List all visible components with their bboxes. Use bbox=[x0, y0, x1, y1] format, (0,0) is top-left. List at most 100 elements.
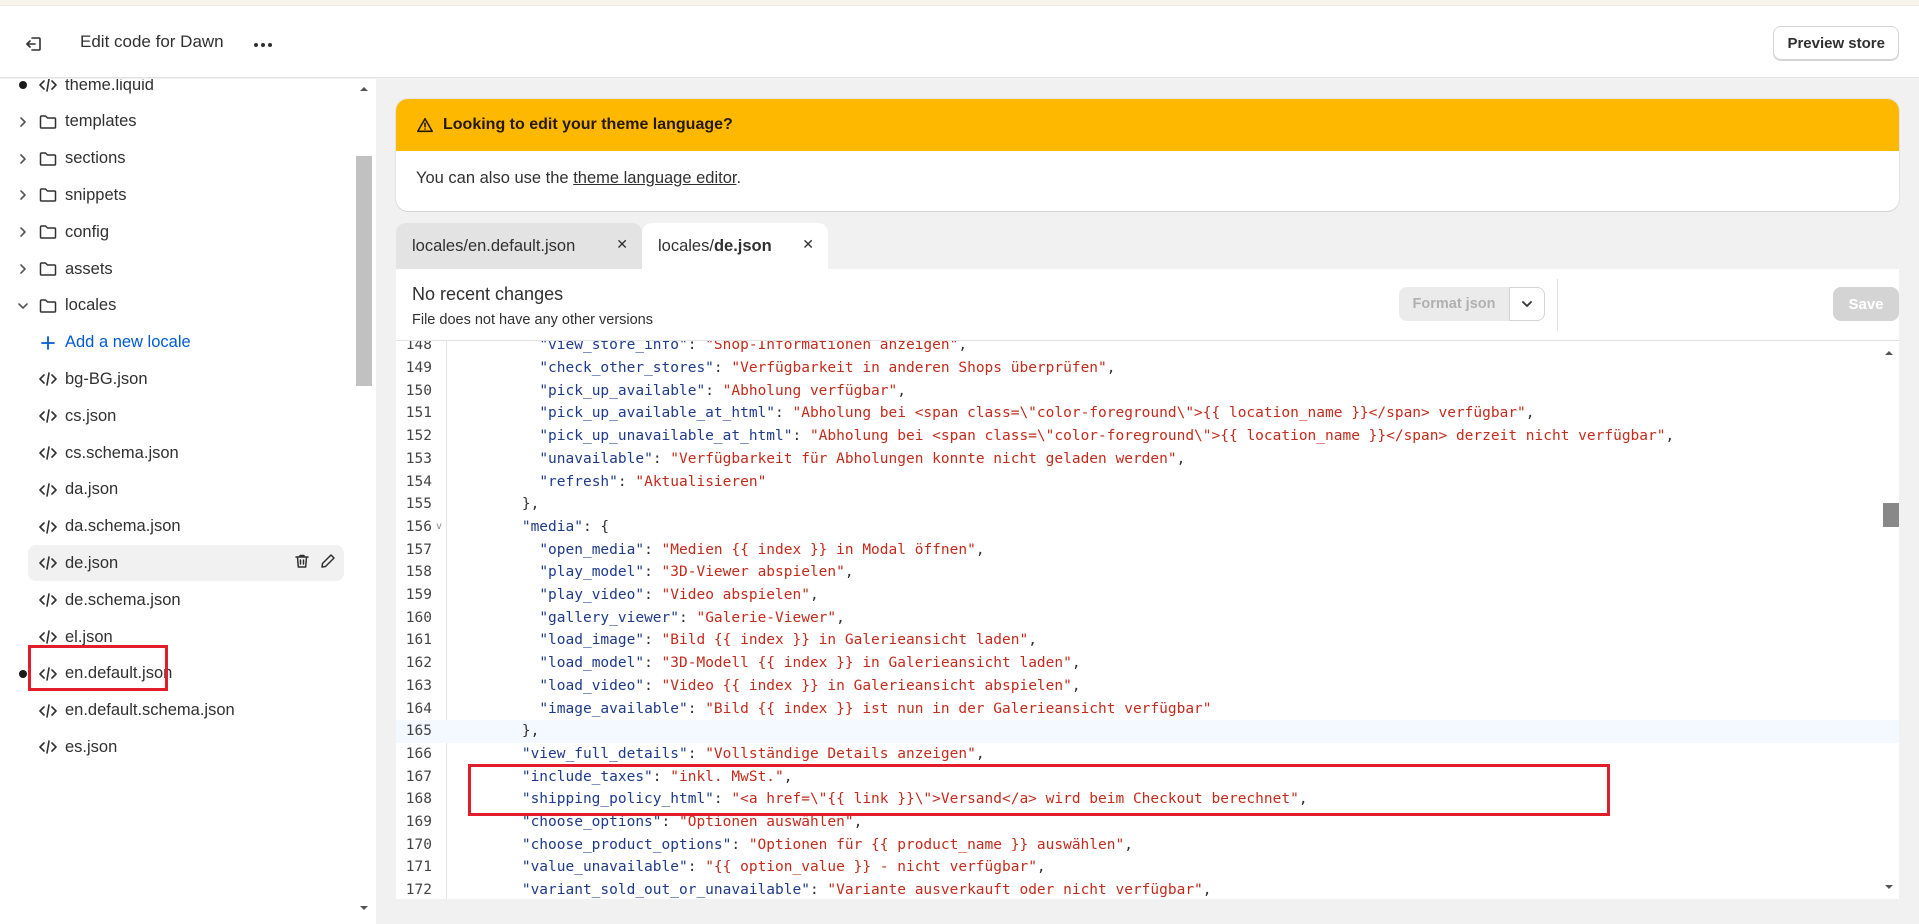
code-file-icon bbox=[38, 406, 58, 426]
folder-sections[interactable]: sections bbox=[0, 141, 350, 177]
file-el-json[interactable]: el.json bbox=[0, 619, 350, 655]
json-punct: , bbox=[1028, 632, 1037, 649]
chevron-right-icon[interactable] bbox=[16, 115, 30, 129]
close-icon[interactable]: ✕ bbox=[616, 236, 628, 253]
json-key: "pick_up_available" bbox=[539, 382, 706, 399]
code-file-icon bbox=[38, 553, 58, 573]
exit-editor-button[interactable] bbox=[18, 28, 50, 60]
tab-de-json[interactable]: locales/de.json ✕ bbox=[642, 223, 828, 269]
divider bbox=[1557, 279, 1558, 331]
theme-language-editor-link[interactable]: theme language editor bbox=[573, 169, 736, 187]
item-label: snippets bbox=[65, 185, 127, 204]
banner-text: You can also use the bbox=[416, 169, 574, 187]
chevron-right-icon[interactable] bbox=[16, 225, 30, 239]
code-text: }, bbox=[452, 496, 539, 512]
close-icon[interactable]: ✕ bbox=[802, 236, 814, 253]
file-theme-liquid[interactable]: theme.liquid bbox=[0, 79, 350, 103]
json-string: "3D-Modell {{ index }} in Galerieansicht… bbox=[661, 655, 1072, 672]
delete-icon[interactable] bbox=[294, 553, 310, 574]
chevron-right-icon[interactable] bbox=[16, 262, 30, 276]
folder-templates[interactable]: templates bbox=[0, 104, 350, 140]
line-number: 162 bbox=[405, 655, 432, 672]
file-da-json[interactable]: da.json bbox=[0, 472, 350, 508]
json-punct: , bbox=[1665, 428, 1675, 445]
theme-language-banner: Looking to edit your theme language? You… bbox=[396, 99, 1899, 211]
file-en-default-schema-json[interactable]: en.default.schema.json bbox=[0, 693, 350, 729]
json-punct: , bbox=[1071, 677, 1081, 694]
code-file-icon bbox=[38, 369, 58, 389]
line-number: 156 bbox=[405, 518, 432, 535]
code-text: "choose_options": "Optionen auswählen", bbox=[452, 814, 863, 830]
sidebar-scrollbar-thumb[interactable] bbox=[356, 156, 372, 386]
line-number: 154 bbox=[405, 473, 432, 490]
json-punct bbox=[452, 814, 522, 830]
file-cs-json[interactable]: cs.json bbox=[0, 398, 350, 434]
more-actions-button[interactable] bbox=[248, 30, 278, 60]
save-button[interactable]: Save bbox=[1833, 287, 1899, 321]
json-key: "media" bbox=[521, 518, 583, 535]
rename-icon[interactable] bbox=[320, 553, 336, 574]
file-de-json[interactable]: de.json bbox=[28, 545, 344, 582]
folder-snippets[interactable]: snippets bbox=[0, 177, 350, 213]
editor-toolbar: No recent changes File does not have any… bbox=[396, 269, 1899, 341]
json-key: "check_other_stores" bbox=[539, 360, 714, 377]
sidebar-scroll-down-icon[interactable] bbox=[358, 902, 370, 914]
line-number: 167 bbox=[405, 768, 432, 785]
item-label: config bbox=[65, 222, 110, 241]
folder-config[interactable]: config bbox=[0, 214, 350, 250]
json-punct bbox=[452, 360, 539, 376]
json-punct: , bbox=[844, 564, 854, 581]
json-key: "load_video" bbox=[539, 677, 645, 694]
json-punct: : bbox=[652, 768, 671, 785]
line-number: 155 bbox=[405, 496, 432, 513]
json-punct: : bbox=[713, 360, 732, 377]
preview-store-button[interactable]: Preview store bbox=[1773, 26, 1899, 60]
fold-chevron-icon[interactable]: v bbox=[436, 521, 442, 532]
json-key: "load_image" bbox=[539, 632, 645, 649]
chevron-down-icon[interactable] bbox=[16, 299, 30, 313]
file-en-default-json[interactable]: en.default.json bbox=[0, 656, 350, 692]
code-area[interactable]: 148 "view_store_info": "Shop-Information… bbox=[396, 341, 1899, 899]
file-cs-schema-json[interactable]: cs.schema.json bbox=[0, 435, 350, 471]
line-number: 160 bbox=[405, 609, 432, 626]
json-punct: : bbox=[792, 428, 810, 445]
line-number: 161 bbox=[405, 632, 432, 649]
tab-en-default-json[interactable]: locales/en.default.json ✕ bbox=[396, 223, 642, 269]
action-add-a-new-locale[interactable]: Add a new locale bbox=[0, 325, 350, 361]
line-number: 151 bbox=[405, 405, 432, 422]
json-string: "Video {{ index }} in Galerieansicht abs… bbox=[661, 677, 1072, 694]
json-string: "Abholung bei <span class=\"color-foregr… bbox=[809, 428, 1666, 445]
format-json-button[interactable]: Format json bbox=[1399, 287, 1509, 321]
line-number: 153 bbox=[405, 450, 432, 467]
code-line: 155 }, bbox=[396, 493, 1899, 516]
json-punct: : bbox=[652, 450, 671, 467]
folder-assets[interactable]: assets bbox=[0, 251, 350, 287]
item-label: es.json bbox=[65, 737, 118, 756]
code-editor: No recent changes File does not have any… bbox=[396, 269, 1899, 899]
json-string: "Bild {{ index }} ist nun in der Galerie… bbox=[705, 700, 1212, 717]
chevron-right-icon[interactable] bbox=[16, 152, 30, 166]
file-es-json[interactable]: es.json bbox=[0, 729, 350, 765]
sidebar-scroll-up-icon[interactable] bbox=[358, 83, 370, 95]
json-punct: , bbox=[1176, 450, 1186, 467]
json-punct: : bbox=[644, 677, 662, 694]
json-punct: }, bbox=[452, 723, 540, 740]
file-de-schema-json[interactable]: de.schema.json bbox=[0, 582, 350, 618]
code-file-icon bbox=[38, 590, 58, 610]
code-text: "pick_up_unavailable_at_html": "Abholung… bbox=[452, 428, 1674, 444]
line-number: 159 bbox=[405, 587, 432, 604]
json-punct bbox=[452, 859, 522, 875]
chevron-right-icon[interactable] bbox=[16, 188, 30, 202]
format-options-dropdown[interactable] bbox=[1509, 287, 1545, 321]
file-bg-bg-json[interactable]: bg-BG.json bbox=[0, 361, 350, 397]
file-da-schema-json[interactable]: da.schema.json bbox=[0, 509, 350, 545]
file-tabs: locales/en.default.json ✕ locales/de.jso… bbox=[396, 223, 828, 269]
json-punct: , bbox=[783, 768, 793, 785]
code-line: 164 "image_available": "Bild {{ index }}… bbox=[396, 697, 1899, 720]
code-text: "load_model": "3D-Modell {{ index }} in … bbox=[452, 655, 1080, 672]
page-title: Edit code for Dawn bbox=[80, 32, 224, 51]
warning-icon bbox=[417, 117, 433, 133]
folder-locales[interactable]: locales bbox=[0, 288, 350, 324]
json-punct: : bbox=[679, 609, 697, 626]
json-key: "include_taxes" bbox=[521, 768, 653, 785]
